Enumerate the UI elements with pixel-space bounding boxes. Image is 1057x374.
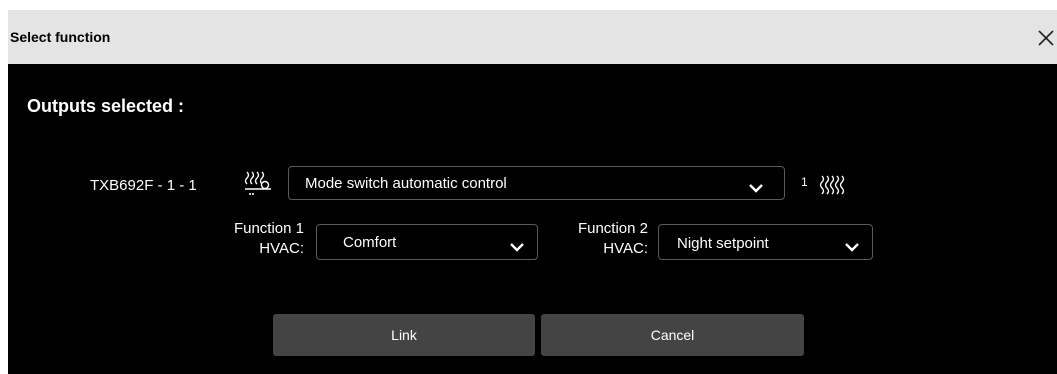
dialog-titlebar: Select function [8, 10, 1057, 64]
dialog-title: Select function [10, 29, 111, 45]
close-icon[interactable] [1033, 22, 1057, 52]
function-1-label-line1: Function 1 [233, 220, 304, 237]
function-2-select[interactable]: Night setpoint [658, 224, 873, 260]
chevron-down-icon [844, 239, 860, 252]
cancel-button[interactable]: Cancel [541, 314, 804, 356]
chevron-down-icon [748, 180, 764, 193]
function-2-label-line1: Function 2 [577, 220, 648, 237]
outputs-selected-heading: Outputs selected : [27, 96, 185, 116]
device-label: TXB692F - 1 - 1 [90, 177, 197, 194]
chevron-down-icon [509, 239, 525, 252]
heating-icon [817, 174, 849, 196]
function-1-label-line2: HVAC: [259, 240, 304, 257]
mode-select-value: Mode switch automatic control [305, 175, 507, 192]
mode-select[interactable]: Mode switch automatic control [288, 166, 785, 200]
link-button[interactable]: Link [273, 314, 535, 356]
output-count: 1 [801, 175, 808, 189]
function-2-value: Night setpoint [677, 235, 769, 252]
function-1-label: Function 1 HVAC: [204, 219, 304, 259]
function-1-select[interactable]: Comfort [316, 224, 538, 260]
function-2-label-line2: HVAC: [603, 240, 648, 257]
function-1-value: Comfort [343, 234, 397, 251]
function-2-label: Function 2 HVAC: [548, 219, 648, 259]
select-function-dialog: Select function Outputs selected : TXB69… [8, 10, 1057, 374]
heating-valve-icon [243, 170, 273, 196]
